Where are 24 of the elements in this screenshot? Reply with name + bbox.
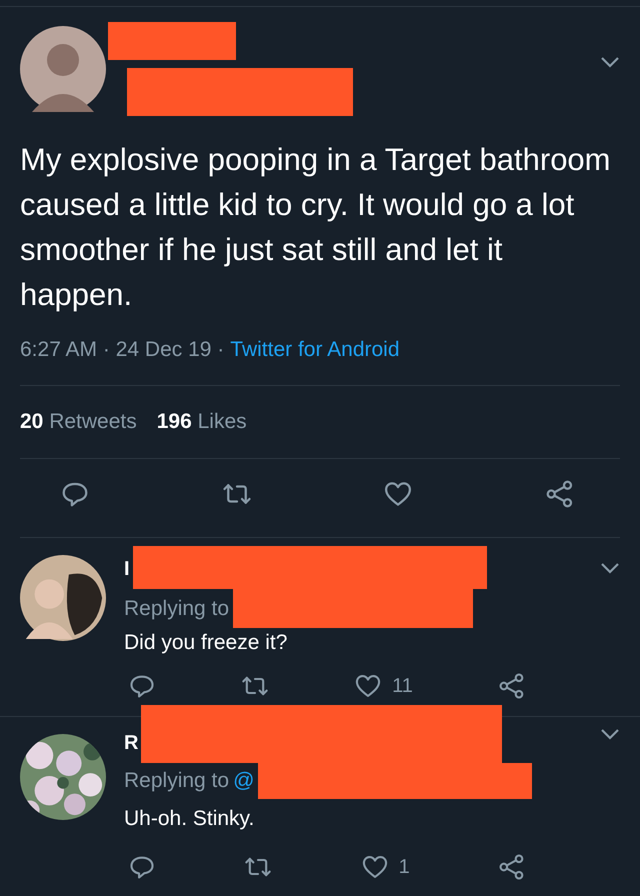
share-icon[interactable]: [498, 853, 526, 881]
avatar[interactable]: [20, 26, 106, 112]
chevron-down-icon[interactable]: [600, 728, 620, 740]
reply-text: Did you freeze it?: [124, 631, 288, 655]
stat-count[interactable]: 20 Retweets: [20, 410, 137, 434]
chevron-down-icon[interactable]: [600, 562, 620, 574]
share-icon[interactable]: [498, 672, 526, 700]
tweet-timestamp: 6:27 AM · 24 Dec 19 ·: [20, 338, 224, 362]
heart-icon[interactable]: [360, 853, 389, 881]
stat-count[interactable]: 196 Likes: [156, 410, 247, 434]
user-name[interactable]: I: [124, 557, 130, 581]
replying-to-label: Replying to: [124, 596, 230, 620]
heart-icon[interactable]: [354, 672, 382, 700]
reply-text: Uh-oh. Stinky.: [124, 807, 254, 831]
share-icon[interactable]: [544, 479, 575, 509]
user-name[interactable]: R: [124, 731, 138, 755]
tweet-text: My explosive pooping in a Target bathroom caused a little kid to cry. It would go a lot smoother if he just sat still and let it happen.: [19, 141, 612, 314]
chevron-down-icon[interactable]: [600, 56, 620, 68]
avatar[interactable]: [20, 555, 106, 641]
like-count: 1: [398, 856, 410, 878]
replying-to-label: Replying to: [124, 769, 230, 793]
like-count: 11: [392, 674, 413, 698]
source-link[interactable]: Twitter for Android: [230, 338, 400, 362]
mention-link[interactable]: @: [233, 769, 254, 793]
